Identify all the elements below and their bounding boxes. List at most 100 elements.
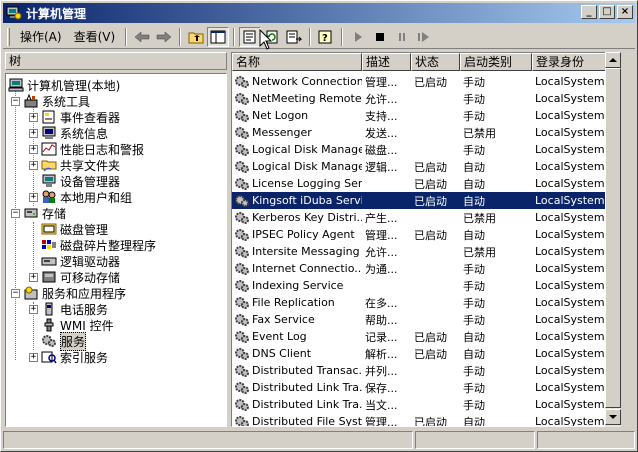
properties-icon <box>243 30 256 43</box>
tree-item-system-tools[interactable]: − 系统工具 <box>11 93 90 109</box>
logical-drive-icon <box>41 254 57 268</box>
column-header-logon-as[interactable]: 登录身份 <box>532 53 605 71</box>
menu-view[interactable]: 查看(V) <box>68 26 122 47</box>
service-row[interactable]: Network Connections 管理... 已启动 手动 LocalSystem <box>232 73 605 90</box>
tools-icon <box>23 93 39 108</box>
help-icon: ? <box>318 30 332 44</box>
service-row[interactable]: IPSEC Policy Agent 管理... 已启动 自动 LocalSystem <box>232 226 605 243</box>
tree-item-shared-folders[interactable]: + 共享文件夹 <box>29 157 120 173</box>
service-description: 保存... <box>365 381 398 395</box>
tree-item-performance-logs[interactable]: + 性能日志和警报 <box>29 141 144 157</box>
column-header-name[interactable]: 名称 <box>232 53 362 71</box>
minimize-button[interactable]: _ <box>581 5 597 19</box>
tree-item-disk-management[interactable]: 磁盘管理 <box>41 221 108 237</box>
tree-item-removable-storage[interactable]: + 可移动存储 <box>29 269 120 285</box>
service-startup-type: 手动 <box>463 279 485 293</box>
tree-item-logical-drives[interactable]: 逻辑驱动器 <box>41 253 120 269</box>
service-row[interactable]: Internet Connectio... 为通... 手动 LocalSystem <box>232 260 605 277</box>
service-row[interactable]: File Replication 在多... 手动 LocalSystem <box>232 294 605 311</box>
scroll-thumb[interactable] <box>605 68 621 408</box>
service-row[interactable]: Kingsoft iDuba Service 已启动 自动 LocalSystem <box>232 192 605 209</box>
service-row[interactable]: Kerberos Key Distri... 产生... 已禁用 LocalSyste… <box>232 209 605 226</box>
service-row[interactable]: NetMeeting Remote... 允许... 手动 LocalSystem <box>232 90 605 107</box>
column-header-startup-type[interactable]: 启动类别 <box>460 53 532 71</box>
up-level-button[interactable] <box>185 27 207 47</box>
column-header-status[interactable]: 状态 <box>411 53 460 71</box>
tree-item-services[interactable]: 服务 <box>41 331 87 351</box>
tree-item-event-viewer[interactable]: + 事件查看器 <box>29 109 120 125</box>
maximize-button[interactable]: □ <box>599 5 615 19</box>
forward-button[interactable] <box>153 27 175 47</box>
service-row[interactable]: DNS Client 解析... 已启动 自动 LocalSystem <box>232 345 605 362</box>
computer-icon <box>8 78 24 92</box>
expand-icon[interactable]: + <box>29 144 38 154</box>
collapse-icon[interactable]: − <box>11 208 20 218</box>
tree-item-indexing-service[interactable]: + 索引服务 <box>29 349 108 365</box>
menu-action[interactable]: 操作(A) <box>14 26 68 47</box>
tree-line <box>33 222 34 270</box>
toolbar-separator <box>341 27 344 46</box>
event-viewer-icon <box>41 110 57 124</box>
service-row[interactable]: Distributed File Syst... 管理... 已启动 自动 LocalS… <box>232 413 605 427</box>
service-description: 允许... <box>365 245 398 259</box>
scroll-up-button[interactable] <box>605 52 621 68</box>
properties-button[interactable] <box>239 26 262 47</box>
expand-icon[interactable]: + <box>29 128 38 138</box>
expand-icon[interactable]: + <box>29 352 38 362</box>
service-row[interactable]: Intersite Messaging 允许... 已禁用 LocalSystem <box>232 243 605 260</box>
service-logon-as: LocalSystem <box>535 398 605 411</box>
back-button[interactable] <box>131 27 153 47</box>
title-bar[interactable]: 计算机管理 _ □ × <box>3 3 635 23</box>
show-tree-button[interactable] <box>207 26 230 47</box>
service-gear-icon <box>234 211 250 225</box>
service-row[interactable]: Messenger 发送... 已禁用 LocalSystem <box>232 124 605 141</box>
column-header-description[interactable]: 描述 <box>362 53 411 71</box>
restart-service-button[interactable] <box>413 27 435 47</box>
collapse-icon[interactable]: − <box>11 288 20 298</box>
expand-icon[interactable]: + <box>29 192 38 202</box>
expand-icon[interactable]: + <box>29 112 38 122</box>
tree-item-defrag[interactable]: 磁盘碎片整理程序 <box>41 237 156 253</box>
tree-item-system-info[interactable]: + 系统信息 <box>29 125 108 141</box>
collapse-icon[interactable]: − <box>11 96 20 106</box>
start-service-button[interactable] <box>347 27 369 47</box>
service-row[interactable]: Logical Disk Manage...磁盘... 手动 LocalSystem <box>232 141 605 158</box>
service-row[interactable]: Logical Disk Manager 逻辑... 已启动 自动 LocalSyste… <box>232 158 605 175</box>
vertical-scrollbar[interactable] <box>605 52 621 427</box>
service-row[interactable]: Event Log 记录... 已启动 自动 LocalSystem <box>232 328 605 345</box>
tree-item-services-applications[interactable]: − 服务和应用程序 <box>11 285 126 301</box>
expand-icon[interactable]: + <box>29 160 38 170</box>
service-row[interactable]: Net Logon 支持... 手动 LocalSystem <box>232 107 605 124</box>
status-bar <box>3 431 635 449</box>
stop-service-button[interactable] <box>369 27 391 47</box>
title-buttons: _ □ × <box>581 5 633 19</box>
help-button[interactable]: ? <box>315 27 337 47</box>
service-name-text: License Logging Ser... <box>252 177 362 190</box>
service-row[interactable]: License Logging Ser... 已启动 自动 LocalSystem <box>232 175 605 192</box>
close-button[interactable]: × <box>617 5 633 19</box>
service-name: Kingsoft iDuba Service <box>232 194 362 208</box>
pause-service-button[interactable] <box>391 27 413 47</box>
tree-item-telephony[interactable]: + 电话服务 <box>29 301 108 317</box>
service-logon-as: LocalSystem <box>535 126 605 139</box>
tree-item-local-users[interactable]: + 本地用户和组 <box>29 189 132 205</box>
service-status: 已启动 <box>414 194 447 208</box>
toolbar-grip[interactable] <box>7 27 10 46</box>
service-logon-as: LocalSystem <box>535 75 605 88</box>
tree-item-computer-management[interactable]: 计算机管理(本地) <box>8 77 120 93</box>
service-description: 管理... <box>365 415 398 427</box>
toolbar: 操作(A) 查看(V) ? <box>3 25 635 49</box>
service-row[interactable]: Fax Service 帮助... 手动 LocalSystem <box>232 311 605 328</box>
tree-item-storage[interactable]: − 存储 <box>11 205 66 221</box>
service-row[interactable]: Distributed Transac... 并列... 手动 LocalSystem <box>232 362 605 379</box>
expand-icon[interactable]: + <box>29 304 38 314</box>
scroll-down-button[interactable] <box>605 409 621 425</box>
service-row[interactable]: Indexing Service 手动 LocalSystem <box>232 277 605 294</box>
service-row[interactable]: Distributed Link Tra... 保存... 手动 LocalSyste… <box>232 379 605 396</box>
export-list-button[interactable] <box>283 27 305 47</box>
toolbar-separator <box>179 27 182 46</box>
expand-icon[interactable]: + <box>29 272 38 282</box>
service-row[interactable]: Distributed Link Tra... 当文... 手动 LocalSyste… <box>232 396 605 413</box>
tree-item-device-manager[interactable]: 设备管理器 <box>29 173 120 189</box>
service-startup-type: 手动 <box>463 398 485 412</box>
